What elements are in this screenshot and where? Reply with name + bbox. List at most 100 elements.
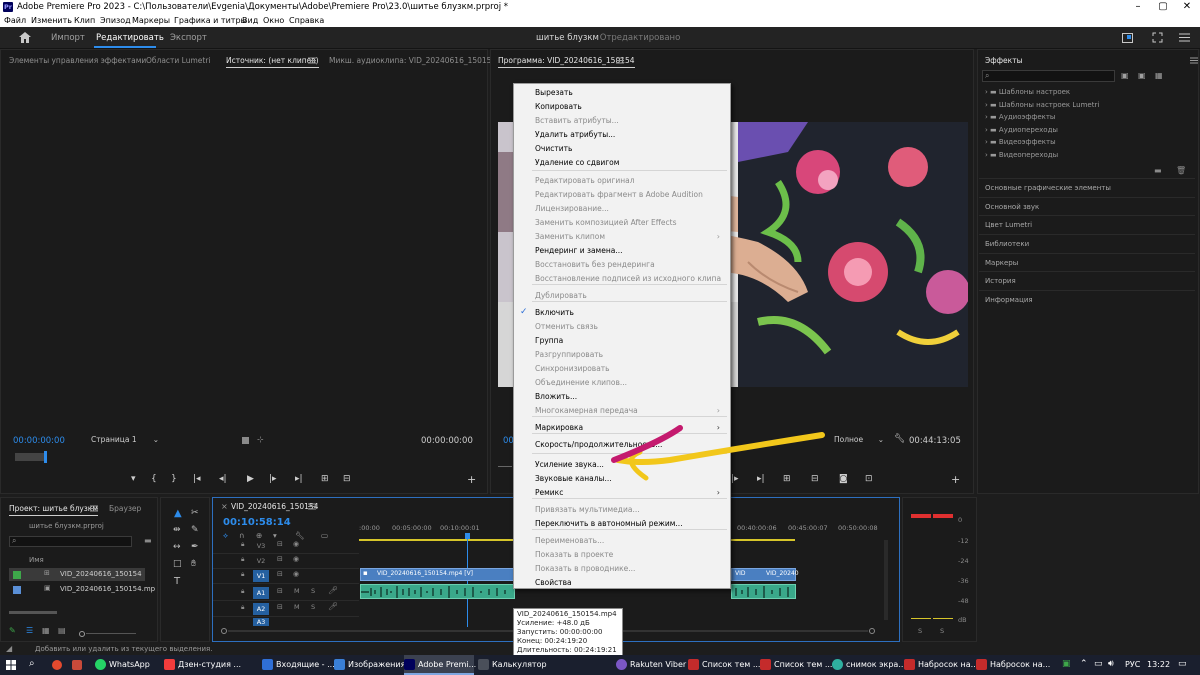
home-icon[interactable]	[19, 32, 31, 43]
razor-tool-icon[interactable]: ✎	[191, 525, 199, 535]
context-menu-item[interactable]: Удаление со сдвигом	[535, 158, 727, 167]
project-item-clip[interactable]: ▣ VID_20240616_150154.mp	[9, 583, 155, 596]
audio-clip[interactable]	[360, 584, 515, 599]
menu-graphics[interactable]: Графика и титры	[174, 16, 247, 25]
timeline-timecode[interactable]: 00:10:58:14	[223, 517, 291, 528]
fullscreen-icon[interactable]	[1152, 32, 1163, 43]
menu-window[interactable]: Окно	[263, 16, 284, 25]
effects-panel-menu-icon[interactable]	[1190, 57, 1198, 64]
panel-libraries[interactable]: Библиотеки	[979, 234, 1195, 252]
export-frame-icon[interactable]: ◙	[839, 474, 848, 484]
rectangle-tool-icon[interactable]: □	[173, 559, 182, 569]
solo-right-button[interactable]: S	[940, 627, 944, 635]
app-icon[interactable]	[72, 660, 82, 670]
video-clip-tail[interactable]: VID VID_20240	[731, 568, 799, 581]
tab-audio-clip-mixer[interactable]: Микш. аудиоклипа: VID_20240616_150154	[329, 56, 496, 65]
tab-program[interactable]: Программа: VID_20240616_150154	[498, 56, 635, 68]
slip-tool-icon[interactable]: ↔	[173, 542, 181, 552]
yuv-effects-icon[interactable]: ▦	[1155, 71, 1163, 80]
taskbar-premiere[interactable]: Adobe Premi...	[404, 655, 476, 675]
taskbar-viber[interactable]: Rakuten Viber	[616, 655, 686, 675]
hand-tool-icon[interactable]: ✋︎	[191, 559, 196, 569]
volume-icon[interactable]: 🔊︎	[1108, 659, 1114, 669]
type-tool-icon[interactable]: T	[174, 576, 180, 587]
context-menu-item[interactable]: Рендеринг и замена...	[535, 246, 727, 255]
sync-lock-icon[interactable]: ⊟	[277, 555, 283, 563]
menu-markers[interactable]: Маркеры	[132, 16, 170, 25]
audio-clip-tail[interactable]	[731, 584, 796, 599]
taskbar-sketch-1[interactable]: Набросок на...	[904, 655, 978, 675]
menu-edit[interactable]: Изменить	[31, 16, 72, 25]
sync-lock-icon[interactable]: ⊟	[277, 587, 283, 595]
taskbar-topics-2[interactable]: Список тем ...	[760, 655, 832, 675]
insert-icon[interactable]: ⊞	[321, 474, 329, 484]
zoom-slider-track[interactable]	[86, 633, 136, 634]
selection-tool-icon[interactable]: ▲	[174, 508, 182, 519]
fit-icon[interactable]: ⊹	[257, 435, 264, 444]
microphone-icon[interactable]: 🎤︎	[328, 586, 338, 595]
menu-view[interactable]: Вид	[242, 16, 258, 25]
search-icon[interactable]: ⌕	[29, 658, 35, 669]
effects-folder-audio-effects[interactable]: › ▬ Аудиоэффекты	[985, 113, 1055, 121]
scrollbar-handle-right[interactable]	[869, 628, 875, 634]
eye-icon[interactable]: ◉	[293, 570, 299, 578]
solo-button[interactable]: S	[311, 603, 315, 611]
page-select[interactable]: Страница 1 ⌄	[91, 435, 161, 447]
effects-folder-video-effects[interactable]: › ▬ Видеоэффекты	[985, 138, 1056, 146]
tab-lumetri-scopes[interactable]: Области Lumetri	[146, 56, 211, 65]
panel-essential-sound[interactable]: Основной звук	[979, 197, 1195, 215]
settings-square-icon[interactable]	[242, 437, 249, 444]
context-menu-item[interactable]: Свойства	[535, 578, 727, 587]
mark-in-icon[interactable]: {	[151, 474, 157, 484]
effects-folder-audio-transitions[interactable]: › ▬ Аудиопереходы	[985, 126, 1058, 134]
menu-help[interactable]: Справка	[289, 16, 324, 25]
context-menu-item[interactable]: Группа	[535, 336, 727, 345]
workspace-menu-icon[interactable]	[1179, 32, 1190, 43]
taskbar-images[interactable]: Изображения	[334, 655, 405, 675]
taskbar-sketch-2[interactable]: Набросок на...	[976, 655, 1050, 675]
mute-button[interactable]: M	[294, 603, 300, 611]
tab-sequence[interactable]: VID_20240616_150154	[231, 502, 318, 511]
video-clip[interactable]: ▪ VID_20240616_150154.mp4 [V]	[360, 568, 515, 581]
icon-view-icon[interactable]: ▦	[42, 626, 50, 635]
source-timecode-current[interactable]: 00:00:00:00	[13, 436, 65, 446]
menu-file[interactable]: Файл	[4, 16, 26, 25]
accelerated-effects-icon[interactable]: ▣	[1121, 71, 1129, 80]
taskbar-topics-1[interactable]: Список тем ...	[688, 655, 760, 675]
timeline-vertical-scrollbar[interactable]	[884, 540, 888, 620]
add-button-icon[interactable]: +	[951, 473, 960, 486]
close-button[interactable]: ✕	[1176, 1, 1198, 13]
menu-sequence[interactable]: Эпизод	[100, 16, 131, 25]
lock-icon[interactable]: 🔒︎	[241, 587, 244, 596]
yandex-browser-icon[interactable]	[52, 660, 62, 670]
tab-source[interactable]: Источник: (нет клипов)	[226, 56, 319, 68]
microphone-icon[interactable]: 🎤︎	[328, 602, 338, 611]
notifications-icon[interactable]: ▭	[1178, 659, 1187, 669]
panel-history[interactable]: История	[979, 271, 1195, 289]
lock-icon[interactable]: 🔒︎	[241, 603, 244, 612]
add-marker-icon[interactable]: ▾	[131, 474, 136, 484]
program-panel-menu-icon[interactable]	[616, 57, 624, 64]
effects-search-input[interactable]: ⌕	[982, 70, 1115, 82]
lock-icon[interactable]: 🔒︎	[241, 540, 244, 549]
context-menu-item[interactable]: Удалить атрибуты...	[535, 130, 727, 139]
taskbar-screenshot[interactable]: снимок экра...	[832, 655, 906, 675]
track-label-v2[interactable]: V2	[253, 555, 269, 567]
mute-button[interactable]: M	[294, 587, 300, 595]
taskbar-dzen[interactable]: Дзен-студия ...	[164, 655, 241, 675]
taskbar-whatsapp[interactable]: WhatsApp	[95, 655, 161, 675]
wrench-icon[interactable]: 🔧︎	[894, 434, 905, 444]
solo-left-button[interactable]: S	[918, 627, 922, 635]
windows-start-icon[interactable]	[6, 660, 16, 670]
taskbar-inbox[interactable]: Входящие - ...	[262, 655, 335, 675]
solo-button[interactable]: S	[311, 587, 315, 595]
comparison-view-icon[interactable]: ⊡	[865, 474, 873, 484]
clock[interactable]: 13:22	[1147, 660, 1170, 669]
source-scrub-bar[interactable]	[15, 451, 481, 463]
panel-menu-icon[interactable]	[308, 57, 316, 64]
freeform-view-icon[interactable]: ▤	[58, 626, 66, 635]
sync-lock-icon[interactable]: ⊟	[277, 540, 283, 548]
eye-icon[interactable]: ◉	[293, 540, 299, 548]
tab-import[interactable]: Импорт	[51, 33, 85, 43]
tab-edit[interactable]: Редактировать	[96, 33, 164, 43]
